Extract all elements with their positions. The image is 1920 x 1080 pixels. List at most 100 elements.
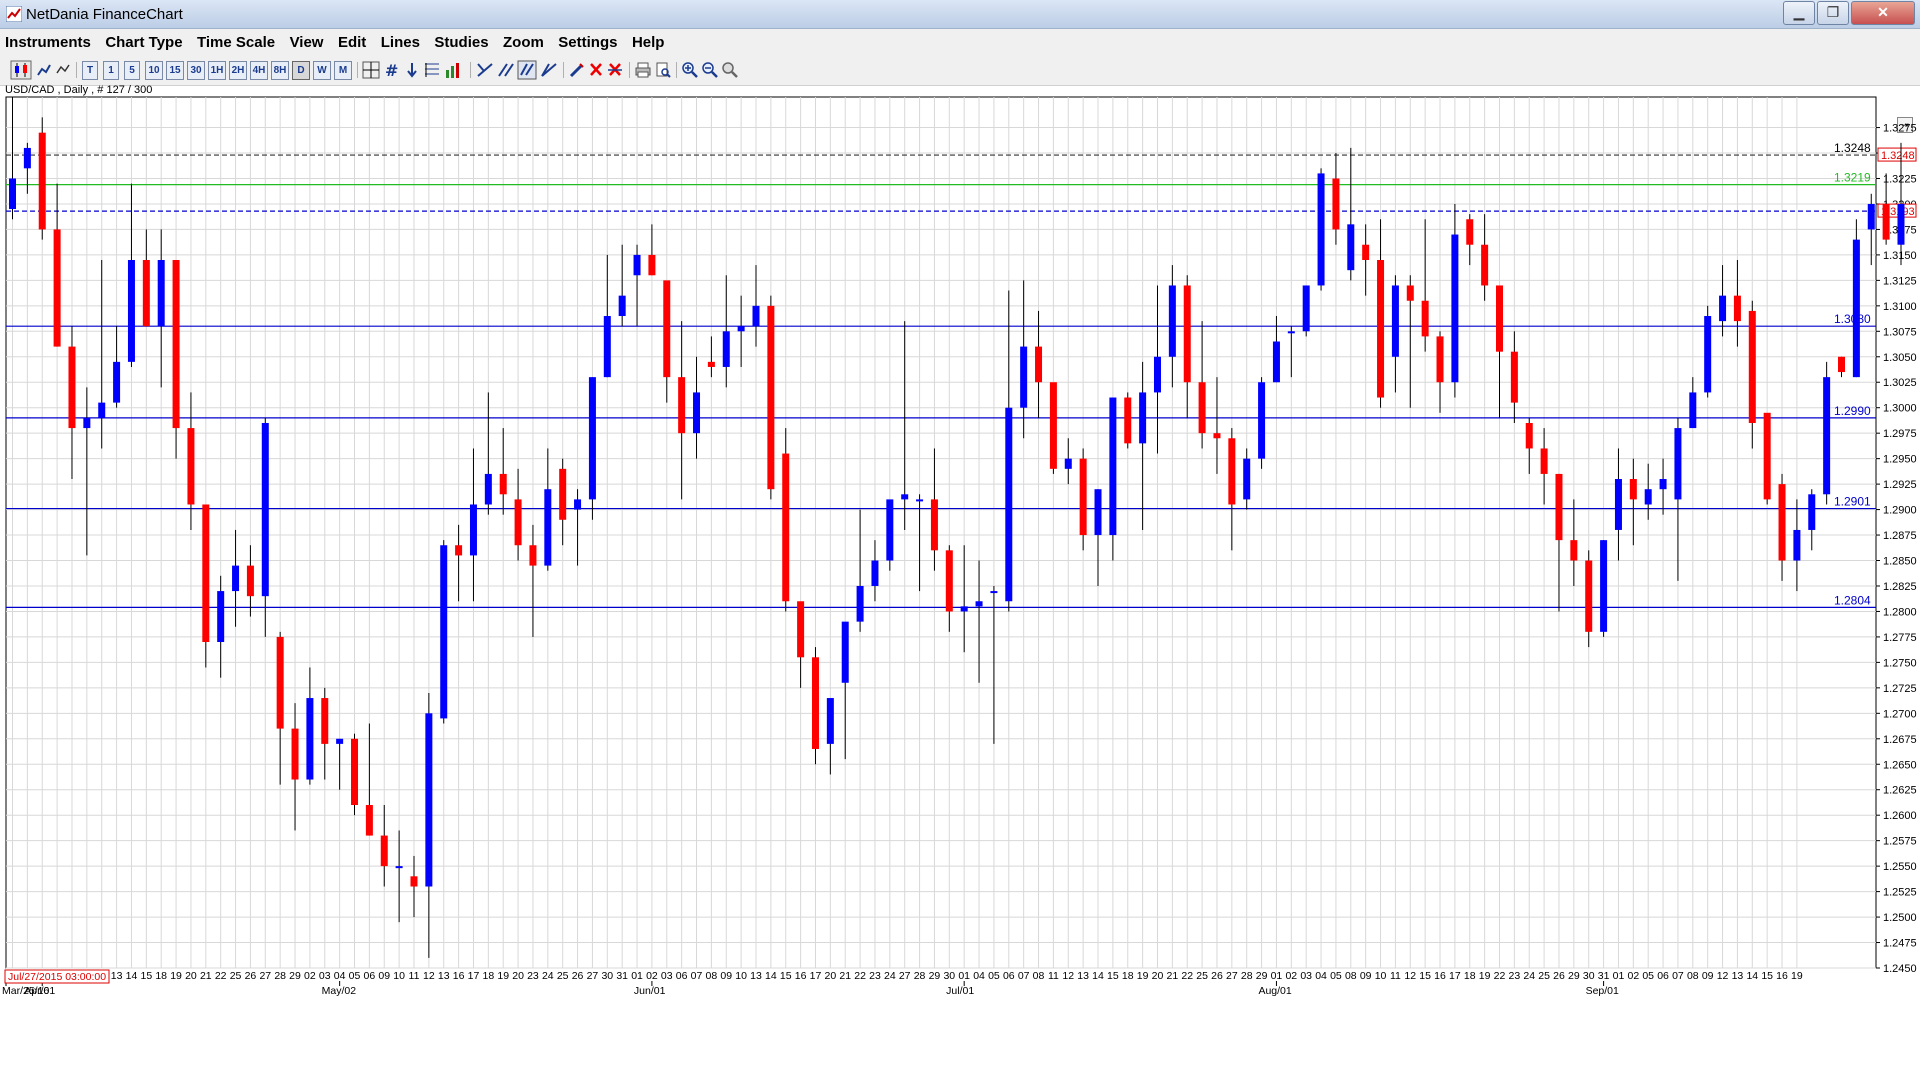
trendline-icon[interactable] xyxy=(476,61,494,79)
candle-body xyxy=(797,601,805,658)
y-tick-label: 1.2500 xyxy=(1883,912,1917,924)
x-tick-label: 20 xyxy=(512,970,524,982)
x-tick-label: 30 xyxy=(1583,970,1595,982)
menu-help[interactable]: Help xyxy=(627,29,670,51)
timescale-1min-button[interactable]: 1 xyxy=(103,61,119,80)
gann-fan-icon[interactable] xyxy=(540,61,558,79)
horizontal-line-label: 1.3248 xyxy=(1834,141,1871,155)
zoom-reset-icon[interactable] xyxy=(721,61,739,79)
timescale-5min-button[interactable]: 5 xyxy=(124,61,140,80)
candle-body xyxy=(336,738,344,744)
candle-body xyxy=(1496,285,1503,352)
timescale-15min-button[interactable]: 15 xyxy=(166,61,184,80)
x-tick-label: 05 xyxy=(349,970,361,982)
candle-body xyxy=(1852,239,1860,378)
candle-body xyxy=(1406,285,1414,301)
x-tick-label: 02 xyxy=(304,970,316,982)
maximize-button[interactable]: ❐ xyxy=(1817,1,1849,25)
price-chart[interactable]: 1.32751.32501.32251.32001.31751.31501.31… xyxy=(0,95,1920,1007)
menu-bar: Instruments Chart Type Time Scale View E… xyxy=(0,29,1920,55)
print-icon[interactable] xyxy=(634,61,652,79)
timescale-tick-button[interactable]: T xyxy=(82,61,98,80)
x-tick-label: 28 xyxy=(914,970,926,982)
x-tick-label: 09 xyxy=(720,970,732,982)
channel-line-icon[interactable] xyxy=(497,61,515,79)
candle-body xyxy=(693,392,701,434)
x-tick-label: 15 xyxy=(780,970,792,982)
line-chart-icon[interactable] xyxy=(55,61,71,79)
x-tick-label: 07 xyxy=(1018,970,1030,982)
timescale-monthly-button[interactable]: M xyxy=(334,61,352,80)
candle-body xyxy=(217,591,225,643)
x-tick-label: 13 xyxy=(111,970,123,982)
candle-body xyxy=(886,499,894,561)
x-tick-label: 15 xyxy=(140,970,152,982)
menu-time-scale[interactable]: Time Scale xyxy=(192,29,280,51)
toolbar-separator xyxy=(76,62,77,78)
menu-chart-type[interactable]: Chart Type xyxy=(100,29,187,51)
grid-icon[interactable]: # xyxy=(383,61,401,79)
zoom-out-icon[interactable] xyxy=(701,61,719,79)
x-month-label: May/02 xyxy=(322,985,357,997)
x-tick-label: 28 xyxy=(274,970,286,982)
timescale-10min-button[interactable]: 10 xyxy=(145,61,163,80)
menu-settings[interactable]: Settings xyxy=(553,29,622,51)
delete-all-icon[interactable] xyxy=(606,61,624,79)
candle-body xyxy=(1020,346,1028,408)
candlestick-chart-icon[interactable] xyxy=(10,60,32,80)
candle-body xyxy=(1451,234,1459,383)
x-tick-label: 01 xyxy=(958,970,970,982)
timescale-daily-button[interactable]: D xyxy=(292,61,310,80)
timescale-30min-button[interactable]: 30 xyxy=(187,61,205,80)
delete-icon[interactable] xyxy=(588,61,604,79)
price-tag-label: 1.3248 xyxy=(1881,150,1915,162)
y-tick-label: 1.2475 xyxy=(1883,938,1917,950)
pencil-icon[interactable] xyxy=(568,61,586,79)
parallel-lines-icon[interactable] xyxy=(517,60,537,80)
volume-chart-icon[interactable] xyxy=(444,60,464,80)
y-tick-label: 1.2875 xyxy=(1883,530,1917,542)
x-month-label: Jul/01 xyxy=(946,985,974,997)
crosshair-icon[interactable] xyxy=(362,61,380,79)
candle-body xyxy=(588,377,596,500)
x-tick-label: 21 xyxy=(200,970,212,982)
candle-body xyxy=(1258,382,1266,459)
zoom-in-icon[interactable] xyxy=(681,61,699,79)
x-tick-label: 23 xyxy=(527,970,539,982)
candle-body xyxy=(930,499,938,551)
candle-body xyxy=(1510,351,1518,403)
y-tick-label: 1.3075 xyxy=(1883,326,1917,338)
x-tick-label: 20 xyxy=(1152,970,1164,982)
timescale-weekly-button[interactable]: W xyxy=(313,61,331,80)
candle-body xyxy=(1614,479,1622,530)
candle-body xyxy=(98,402,106,418)
x-tick-label: 03 xyxy=(319,970,331,982)
candle-body xyxy=(1228,438,1236,505)
timescale-1h-button[interactable]: 1H xyxy=(208,61,226,80)
candle-body xyxy=(1540,448,1548,474)
menu-edit[interactable]: Edit xyxy=(333,29,371,51)
fibonacci-icon[interactable] xyxy=(423,61,441,79)
menu-view[interactable]: View xyxy=(285,29,329,51)
bar-chart-icon[interactable] xyxy=(36,61,52,79)
timescale-4h-button[interactable]: 4H xyxy=(250,61,268,80)
candle-body xyxy=(1704,316,1712,393)
close-button[interactable]: ✕ xyxy=(1851,1,1915,25)
x-tick-label: 12 xyxy=(1062,970,1074,982)
candle-body xyxy=(1674,428,1682,500)
minimize-button[interactable]: ▁ xyxy=(1783,1,1815,25)
menu-lines[interactable]: Lines xyxy=(376,29,425,51)
print-preview-icon[interactable] xyxy=(654,61,672,79)
timescale-8h-button[interactable]: 8H xyxy=(271,61,289,80)
x-tick-label: 04 xyxy=(1315,970,1327,982)
menu-instruments[interactable]: Instruments xyxy=(0,29,96,51)
candle-body xyxy=(53,229,61,347)
candle-body xyxy=(782,453,790,602)
horizontal-line-label: 1.2990 xyxy=(1834,404,1871,418)
candle-body xyxy=(1525,422,1533,449)
menu-studies[interactable]: Studies xyxy=(429,29,493,51)
arrow-down-icon[interactable] xyxy=(404,61,420,79)
x-tick-label: 08 xyxy=(1687,970,1699,982)
timescale-2h-button[interactable]: 2H xyxy=(229,61,247,80)
menu-zoom[interactable]: Zoom xyxy=(498,29,549,51)
